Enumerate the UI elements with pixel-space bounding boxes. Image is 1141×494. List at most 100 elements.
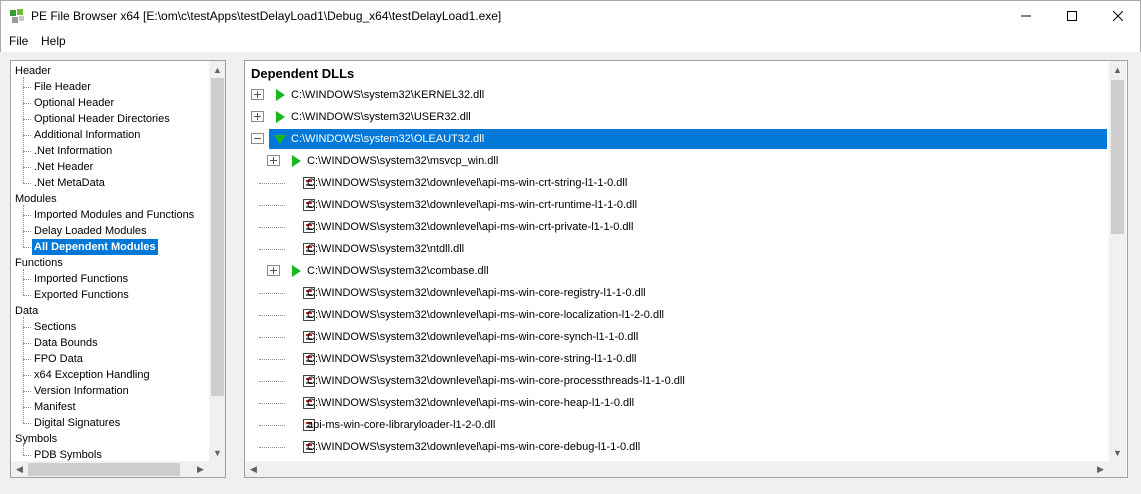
tree-connector	[259, 249, 285, 250]
tree-connector	[259, 227, 285, 228]
expand-icon[interactable]	[267, 155, 280, 166]
dll-row[interactable]: C:\WINDOWS\system32\downlevel\api-ms-win…	[245, 283, 1107, 303]
tree-item[interactable]: FPO Data	[32, 351, 85, 367]
dll-row[interactable]: C:\WINDOWS\system32\downlevel\api-ms-win…	[245, 371, 1107, 391]
dll-row[interactable]: C:\WINDOWS\system32\KERNEL32.dll	[245, 85, 1107, 105]
dll-row[interactable]: C:\WINDOWS\system32\msvcp_win.dll	[245, 151, 1107, 171]
tree-item[interactable]: .Net Header	[32, 159, 95, 175]
dll-path: C:\WINDOWS\system32\downlevel\api-ms-win…	[307, 309, 664, 321]
tree-connector	[23, 103, 31, 104]
expand-icon[interactable]	[251, 89, 264, 100]
dll-row[interactable]: C:\WINDOWS\system32\downlevel\api-ms-win…	[245, 217, 1107, 237]
dll-path: C:\WINDOWS\system32\combase.dll	[307, 265, 489, 277]
scroll-down-arrow-icon[interactable]: ▼	[1109, 444, 1126, 461]
dll-row[interactable]: C:\WINDOWS\system32\ntdll.dll	[245, 239, 1107, 259]
dll-row[interactable]: C:\WINDOWS\system32\downlevel\api-ms-win…	[245, 327, 1107, 347]
window-title: PE File Browser x64 [E:\om\c\testApps\te…	[31, 9, 502, 23]
tree-item[interactable]: Imported Functions	[32, 271, 130, 287]
tree-item[interactable]: All Dependent Modules	[32, 239, 158, 255]
tree-connector	[259, 293, 285, 294]
dll-row[interactable]: C:\WINDOWS\system32\downlevel\api-ms-win…	[245, 195, 1107, 215]
maximize-button[interactable]	[1049, 1, 1095, 31]
tree-item[interactable]: Sections	[32, 319, 78, 335]
tree-item[interactable]: .Net Information	[32, 143, 114, 159]
tree-item[interactable]: Digital Signatures	[32, 415, 122, 431]
scroll-left-arrow-icon[interactable]: ◀	[11, 461, 28, 477]
dll-row[interactable]: C:\WINDOWS\system32\USER32.dll	[245, 107, 1107, 127]
tree-item[interactable]: Additional Information	[32, 127, 142, 143]
tree-group[interactable]: Functions	[13, 255, 65, 271]
expand-icon[interactable]	[267, 265, 280, 276]
play-right-icon	[276, 111, 285, 123]
scroll-right-arrow-icon[interactable]: ▶	[192, 461, 209, 477]
tree-item[interactable]: Delay Loaded Modules	[32, 223, 149, 239]
dll-path: C:\WINDOWS\system32\downlevel\api-ms-win…	[307, 397, 635, 409]
tree-connector	[259, 359, 285, 360]
dll-row[interactable]: C:\WINDOWS\system32\downlevel\api-ms-win…	[245, 437, 1107, 457]
tree-scroll-thumb[interactable]	[211, 78, 224, 396]
dll-row[interactable]: C:\WINDOWS\system32\combase.dll	[245, 261, 1107, 281]
tree-connector	[23, 391, 31, 392]
tree-item[interactable]: Optional Header	[32, 95, 116, 111]
tree-connector	[23, 77, 24, 183]
dll-path: C:\WINDOWS\system32\downlevel\api-ms-win…	[307, 287, 646, 299]
maximize-icon	[1067, 11, 1077, 21]
tree-connector	[23, 407, 31, 408]
tree-item[interactable]: Version Information	[32, 383, 131, 399]
tree-connector	[23, 455, 31, 456]
collapse-icon[interactable]	[251, 133, 264, 144]
tree-connector	[23, 167, 31, 168]
tree-group[interactable]: Data	[13, 303, 40, 319]
tree-item[interactable]: Exported Functions	[32, 287, 131, 303]
tree-connector	[23, 205, 24, 247]
dll-path: C:\WINDOWS\system32\downlevel\api-ms-win…	[307, 177, 628, 189]
dll-row[interactable]: C:\WINDOWS\system32\downlevel\api-ms-win…	[245, 349, 1107, 369]
app-icon	[10, 9, 24, 23]
dll-row[interactable]: C:\WINDOWS\system32\OLEAUT32.dll	[245, 129, 1107, 149]
tree-item[interactable]: x64 Exception Handling	[32, 367, 152, 383]
tree-connector	[23, 215, 31, 216]
dll-path: api-ms-win-core-libraryloader-l1-2-0.dll	[307, 419, 496, 431]
tree-connector	[23, 247, 31, 248]
dll-path: C:\WINDOWS\system32\downlevel\api-ms-win…	[307, 331, 639, 343]
dll-row[interactable]: api-ms-win-core-libraryloader-l1-2-0.dll	[245, 415, 1107, 435]
dll-row[interactable]: C:\WINDOWS\system32\downlevel\api-ms-win…	[245, 173, 1107, 193]
tree-item[interactable]: Data Bounds	[32, 335, 100, 351]
dll-path: C:\WINDOWS\system32\downlevel\api-ms-win…	[307, 441, 641, 453]
close-button[interactable]	[1095, 1, 1141, 31]
tree-connector	[23, 317, 24, 423]
tree-hscroll-thumb[interactable]	[28, 463, 180, 476]
play-down-icon	[274, 135, 286, 144]
scroll-down-arrow-icon[interactable]: ▼	[209, 444, 225, 461]
tree-group[interactable]: Symbols	[13, 431, 59, 447]
dll-horizontal-scrollbar[interactable]	[245, 461, 1109, 477]
menu-help[interactable]: Help	[41, 34, 66, 48]
tree-connector	[259, 183, 285, 184]
scroll-left-arrow-icon[interactable]: ◀	[245, 461, 262, 477]
tree-item[interactable]: Manifest	[32, 399, 78, 415]
tree-connector	[23, 119, 31, 120]
tree-connector	[23, 375, 31, 376]
tree-item[interactable]: Optional Header Directories	[32, 111, 172, 127]
tree-group[interactable]: Modules	[13, 191, 59, 207]
tree-item[interactable]: File Header	[32, 79, 93, 95]
dll-path: C:\WINDOWS\system32\KERNEL32.dll	[291, 89, 485, 101]
tree-connector	[259, 447, 285, 448]
scroll-up-arrow-icon[interactable]: ▲	[209, 61, 225, 78]
dependent-dlls-panel: Dependent DLLs C:\WINDOWS\system32\KERNE…	[244, 60, 1128, 478]
tree-connector	[259, 425, 285, 426]
scroll-up-arrow-icon[interactable]: ▲	[1109, 61, 1126, 78]
tree-item[interactable]: .Net MetaData	[32, 175, 107, 191]
menu-file[interactable]: File	[9, 34, 28, 48]
play-right-icon	[292, 265, 301, 277]
tree-item[interactable]: Imported Modules and Functions	[32, 207, 196, 223]
tree-connector	[23, 151, 31, 152]
dll-scroll-thumb[interactable]	[1111, 80, 1124, 234]
tree-group[interactable]: Header	[13, 63, 53, 79]
minimize-button[interactable]	[1003, 1, 1049, 31]
expand-icon[interactable]	[251, 111, 264, 122]
dll-row[interactable]: C:\WINDOWS\system32\downlevel\api-ms-win…	[245, 305, 1107, 325]
play-right-icon	[292, 155, 301, 167]
dll-row[interactable]: C:\WINDOWS\system32\downlevel\api-ms-win…	[245, 393, 1107, 413]
scroll-right-arrow-icon[interactable]: ▶	[1092, 461, 1109, 477]
